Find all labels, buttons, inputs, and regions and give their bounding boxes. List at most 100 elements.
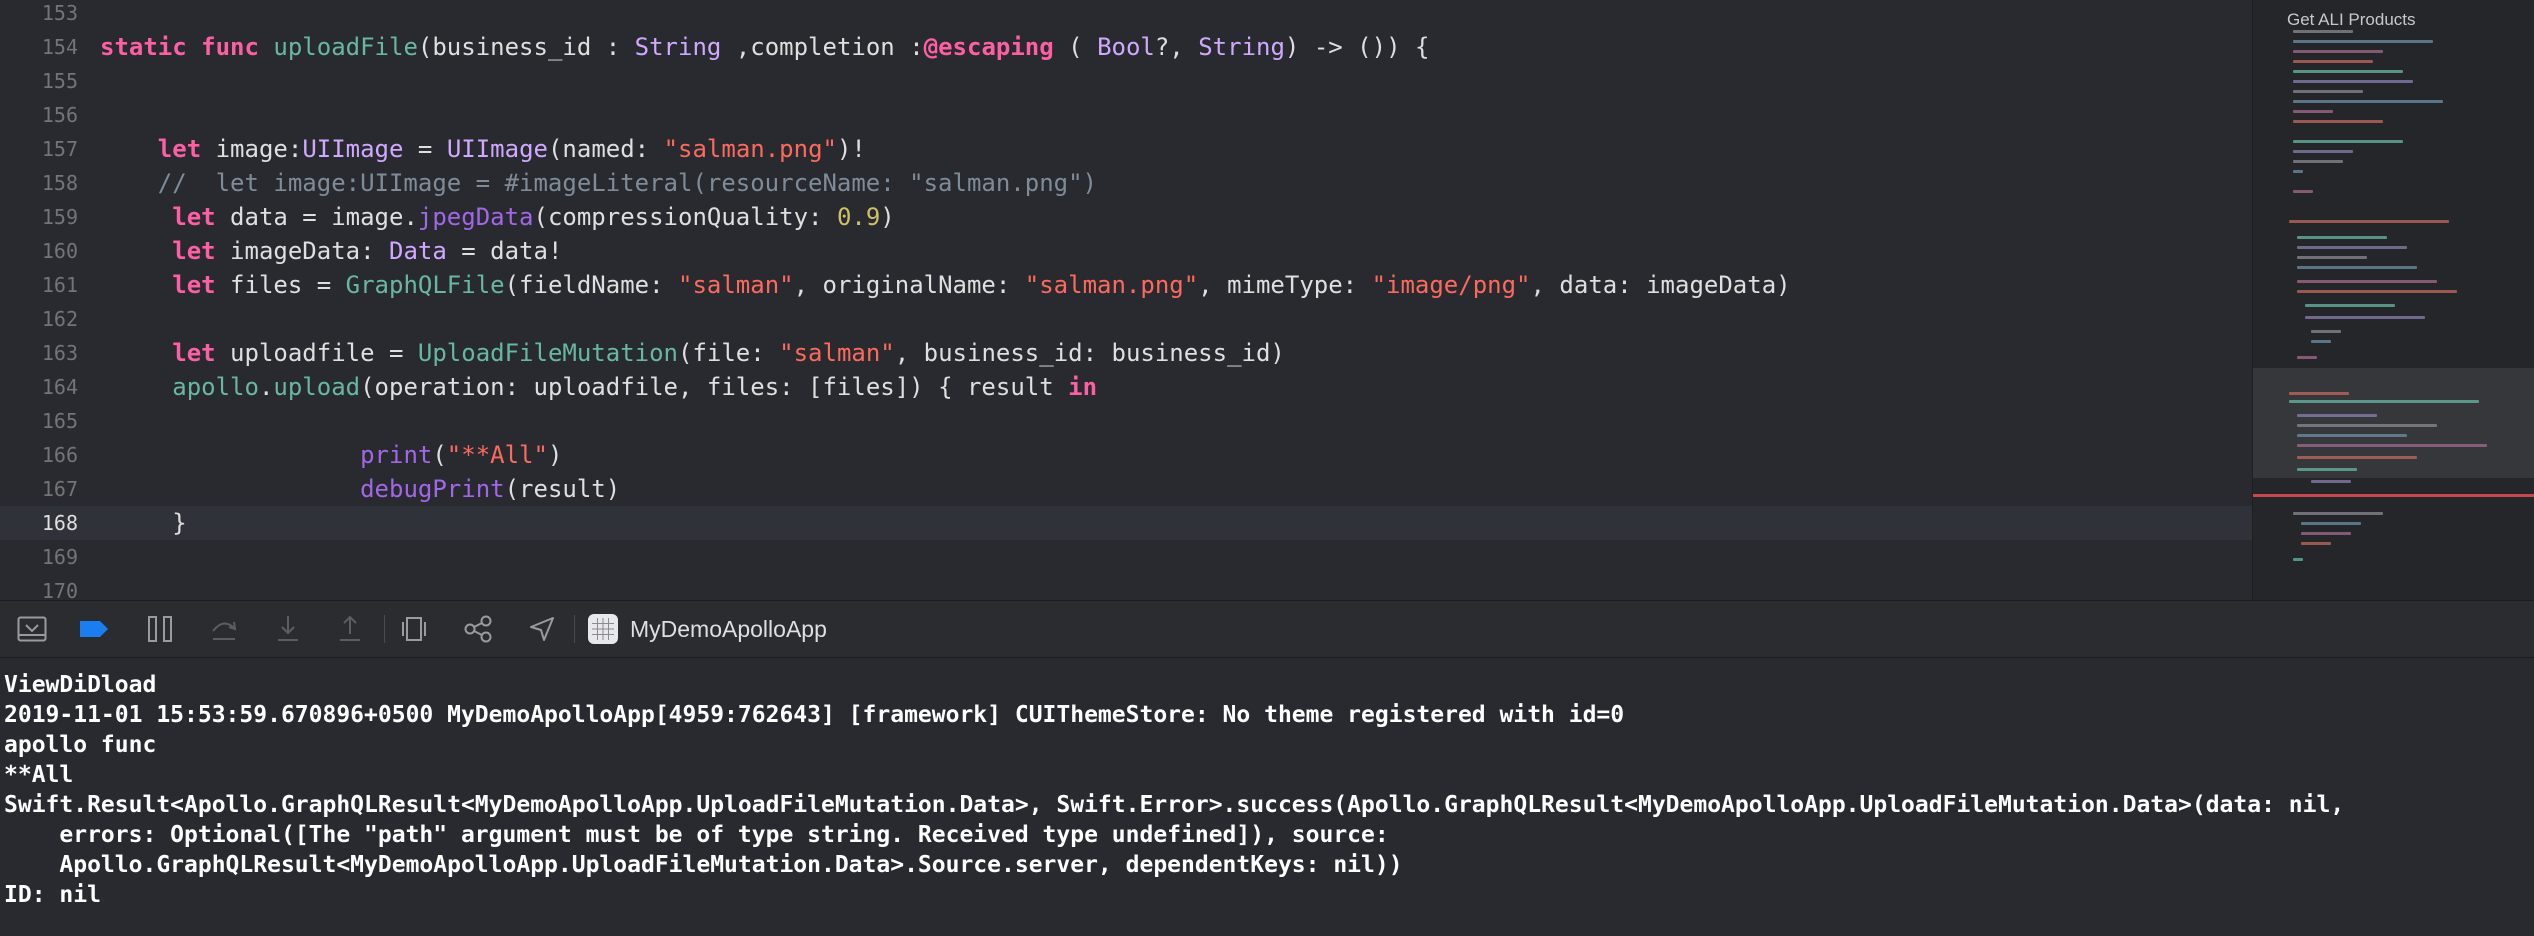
breakpoints-toggle-icon[interactable]	[78, 613, 110, 645]
code-line[interactable]: 163 let uploadfile = UploadFileMutation(…	[0, 336, 2252, 370]
line-number[interactable]: 168	[0, 506, 78, 540]
code-text[interactable]: debugPrint(result)	[100, 472, 620, 506]
code-token: imageData:	[215, 237, 389, 265]
minimap-code-stroke	[2297, 256, 2367, 259]
line-number[interactable]: 156	[0, 98, 78, 132]
code-text[interactable]: }	[100, 506, 186, 540]
code-line[interactable]: 169	[0, 540, 2252, 574]
minimap[interactable]: Get ALI Products	[2252, 0, 2534, 600]
code-line[interactable]: 168 }	[0, 506, 2252, 540]
code-token: (named:	[547, 135, 664, 163]
source-editor[interactable]: 153 154 static func uploadFile(business_id…	[0, 0, 2252, 600]
line-number[interactable]: 161	[0, 268, 78, 302]
pause-icon[interactable]	[144, 613, 176, 645]
code-text[interactable]: // let image:UIImage = #imageLiteral(res…	[100, 166, 1097, 200]
code-text[interactable]: let files = GraphQLFile(fieldName: "salm…	[100, 268, 1790, 302]
code-token: (result)	[504, 475, 621, 503]
code-token: UploadFileMutation	[417, 339, 678, 367]
line-number[interactable]: 159	[0, 200, 78, 234]
line-number[interactable]: 165	[0, 404, 78, 438]
hide-debug-area-icon[interactable]	[16, 613, 48, 645]
minimap-code-stroke	[2311, 480, 2351, 483]
code-line[interactable]: 166 print("**All")	[0, 438, 2252, 472]
line-number[interactable]: 158	[0, 166, 78, 200]
code-line[interactable]: 156	[0, 98, 2252, 132]
code-text[interactable]: print("**All")	[100, 438, 562, 472]
code-token: , originalName:	[793, 271, 1025, 299]
minimap-code-stroke	[2293, 110, 2333, 113]
code-line[interactable]: 162	[0, 302, 2252, 336]
line-number[interactable]: 153	[0, 0, 78, 30]
code-line[interactable]: 159 let data = image.jpegData(compressio…	[0, 200, 2252, 234]
code-token: "salman"	[678, 271, 794, 299]
memory-graph-icon[interactable]	[462, 613, 494, 645]
line-number[interactable]: 163	[0, 336, 78, 370]
line-number[interactable]: 167	[0, 472, 78, 506]
code-token: (operation: uploadfile, files: [files]) …	[360, 373, 1069, 401]
view-hierarchy-icon[interactable]	[398, 613, 430, 645]
code-line[interactable]: 153	[0, 0, 2252, 30]
code-text[interactable]: let imageData: Data = data!	[100, 234, 562, 268]
code-line[interactable]: 160 let imageData: Data = data!	[0, 234, 2252, 268]
minimap-code-stroke	[2293, 140, 2403, 143]
minimap-code-stroke	[2297, 290, 2457, 293]
line-number[interactable]: 169	[0, 540, 78, 574]
minimap-code-stroke	[2301, 522, 2361, 525]
minimap-current-line-marker	[2253, 494, 2534, 497]
step-into-icon[interactable]	[272, 613, 304, 645]
code-line[interactable]: 157 let image:UIImage = UIImage(named: "…	[0, 132, 2252, 166]
code-line[interactable]: 164 apollo.upload(operation: uploadfile,…	[0, 370, 2252, 404]
line-number[interactable]: 164	[0, 370, 78, 404]
code-token: Bool	[1097, 33, 1155, 61]
console-line: **All	[4, 762, 74, 788]
line-number[interactable]: 162	[0, 302, 78, 336]
code-text[interactable]: let data = image.jpegData(compressionQua…	[100, 200, 895, 234]
minimap-code-stroke	[2305, 304, 2395, 307]
code-text[interactable]: let image:UIImage = UIImage(named: "salm…	[100, 132, 866, 166]
minimap-code-stroke	[2293, 60, 2373, 63]
code-token: let	[172, 203, 216, 231]
target-app-name[interactable]: MyDemoApolloApp	[630, 616, 827, 643]
code-token: , mimeType:	[1198, 271, 1372, 299]
minimap-code-stroke	[2301, 532, 2351, 535]
code-token: Data	[389, 237, 447, 265]
code-token: let	[172, 237, 216, 265]
code-line[interactable]: 155	[0, 64, 2252, 98]
minimap-viewport-indicator[interactable]	[2253, 368, 2534, 478]
debug-bar: MyDemoApolloApp	[0, 600, 2534, 658]
minimap-code-stroke	[2297, 424, 2437, 427]
code-line[interactable]: 161 let files = GraphQLFile(fieldName: "…	[0, 268, 2252, 302]
code-token: (file:	[678, 339, 780, 367]
code-line[interactable]: 170	[0, 574, 2252, 600]
code-token: "**All"	[446, 441, 548, 469]
code-token: upload	[273, 373, 361, 401]
code-line[interactable]: 165	[0, 404, 2252, 438]
line-number[interactable]: 155	[0, 64, 78, 98]
code-text[interactable]: static func uploadFile(business_id : Str…	[100, 30, 1429, 64]
code-text[interactable]: apollo.upload(operation: uploadfile, fil…	[100, 370, 1097, 404]
simulate-location-icon[interactable]	[526, 613, 558, 645]
line-number[interactable]: 160	[0, 234, 78, 268]
code-line[interactable]: 154 static func uploadFile(business_id : …	[0, 30, 2252, 64]
code-token: 0.9	[836, 203, 881, 231]
line-number[interactable]: 170	[0, 574, 78, 600]
code-token: files =	[215, 271, 346, 299]
console-line: ViewDiDload	[4, 672, 157, 698]
code-token: static	[100, 33, 187, 61]
code-token: (fieldName:	[504, 271, 678, 299]
step-out-icon[interactable]	[334, 613, 366, 645]
code-line[interactable]: 158 // let image:UIImage = #imageLiteral…	[0, 166, 2252, 200]
code-line[interactable]: 167 debugPrint(result)	[0, 472, 2252, 506]
line-number[interactable]: 154	[0, 30, 78, 64]
line-number[interactable]: 166	[0, 438, 78, 472]
minimap-code-stroke	[2297, 356, 2317, 359]
console-output[interactable]: ViewDiDload 2019-11-01 15:53:59.670896+05…	[0, 658, 2534, 936]
minimap-code-stroke	[2297, 456, 2417, 459]
step-over-icon[interactable]	[208, 613, 240, 645]
line-number[interactable]: 157	[0, 132, 78, 166]
code-text[interactable]: let uploadfile = UploadFileMutation(file…	[100, 336, 1285, 370]
